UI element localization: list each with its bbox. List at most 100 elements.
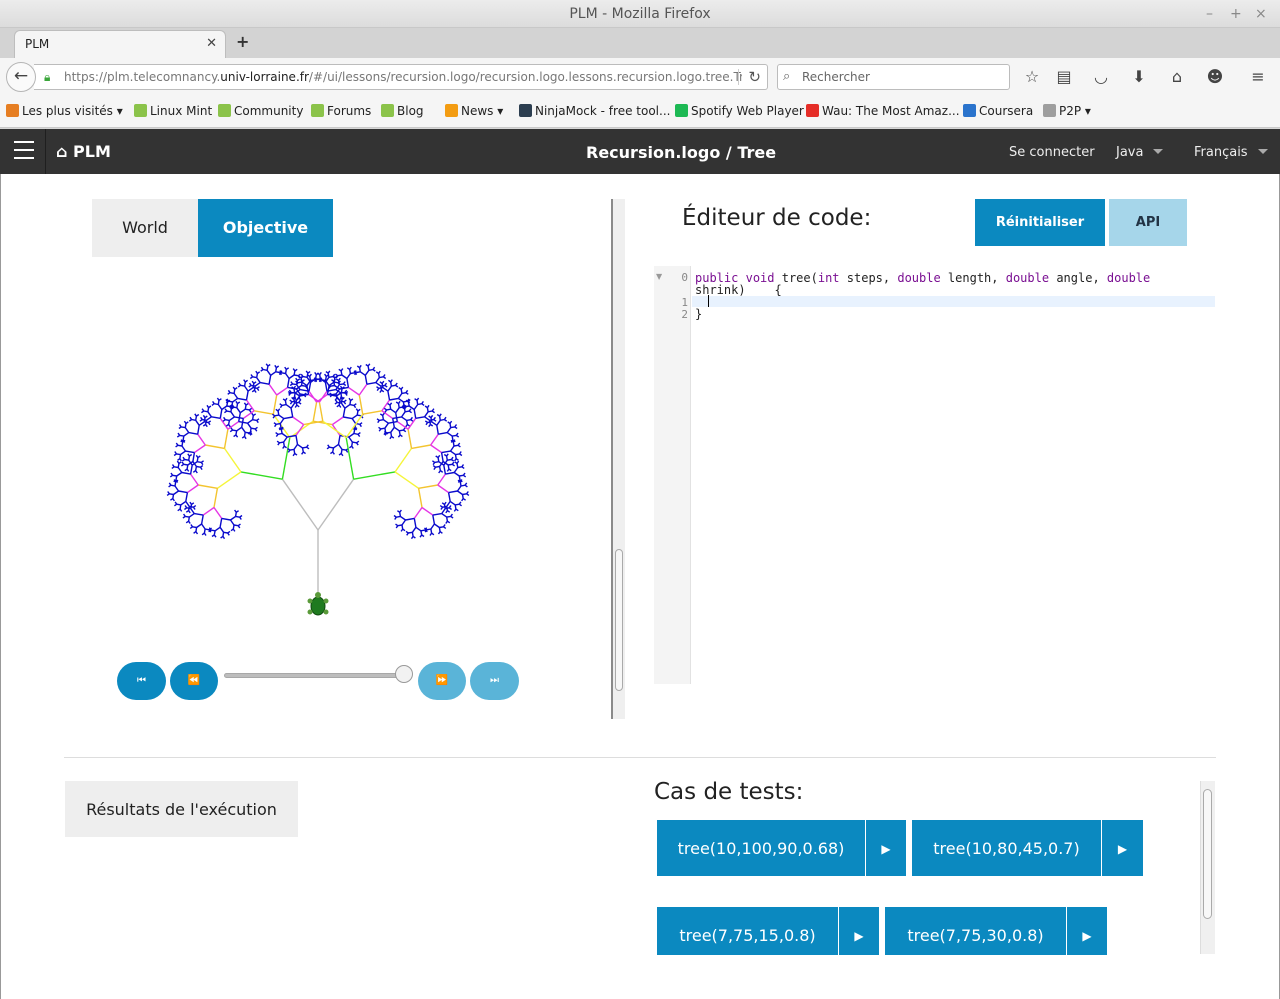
human-language-dropdown[interactable]: Français	[1194, 129, 1268, 176]
tree-branch	[384, 422, 389, 429]
step-slider-handle[interactable]	[395, 665, 413, 683]
back-button[interactable]: ←	[6, 62, 36, 92]
tree-branch	[284, 400, 287, 405]
chat-icon[interactable]: ☻	[1203, 65, 1227, 89]
reset-button[interactable]: Réinitialiser	[975, 199, 1105, 246]
tree-branch	[348, 432, 355, 438]
tree-branch	[176, 471, 183, 477]
test-case-card[interactable]: tree(10,80,45,0.7) ▶	[912, 820, 1143, 876]
tree-branch	[333, 443, 339, 449]
code-editor[interactable]: ▼ 0 1 2 public void tree(int steps, doub…	[654, 266, 1215, 684]
tree-branch	[378, 428, 382, 432]
tests-scrollbar[interactable]	[1200, 781, 1215, 954]
test-case-card[interactable]: tree(7,75,15,0.8) ▶	[657, 907, 879, 963]
login-link[interactable]: Se connecter	[1009, 129, 1095, 176]
menu-icon[interactable]: ≡	[1246, 65, 1270, 89]
tree-branch	[184, 468, 188, 472]
minimize-icon[interactable]: –	[1206, 0, 1213, 28]
tree-branch	[401, 411, 406, 418]
play-icon[interactable]: ▶	[865, 820, 906, 876]
tree-branch	[339, 383, 344, 386]
bookmark-item[interactable]: Spotify Web Player	[675, 104, 804, 118]
code-text: length,	[940, 271, 1006, 285]
home-icon[interactable]: ⌂	[1165, 65, 1189, 89]
fold-arrow-icon[interactable]: ▼	[656, 272, 662, 281]
tests-scroll-thumb[interactable]	[1203, 789, 1212, 919]
test-case-card[interactable]: tree(10,100,90,0.68) ▶	[657, 820, 906, 876]
last-step-button[interactable]: ⏭	[470, 662, 519, 700]
tree-branch	[353, 432, 359, 435]
bookmark-label: Blog	[397, 104, 424, 118]
tab-objective[interactable]: Objective	[198, 199, 333, 257]
bookmark-item[interactable]: Blog	[381, 104, 424, 118]
tree-branch	[295, 424, 305, 436]
tree-branch	[399, 434, 403, 438]
execution-results-tab[interactable]: Résultats de l'exécution	[65, 781, 298, 837]
tree-branch	[433, 466, 437, 470]
bookmark-star-icon[interactable]: ☆	[1020, 65, 1044, 89]
tree-branch	[281, 403, 287, 407]
tree-branch	[353, 405, 357, 409]
splitter-scroll-thumb[interactable]	[615, 549, 623, 691]
url-bar[interactable]: 🔒︎ https://plm.telecomnancy.univ-lorrain…	[34, 64, 768, 90]
back-arrow-icon: ←	[13, 66, 29, 86]
tree-branch	[213, 507, 223, 519]
browser-tab[interactable]: PLM ✕	[14, 30, 226, 58]
test-case-card[interactable]: tree(7,75,30,0.8) ▶	[885, 907, 1107, 963]
close-tab-icon[interactable]: ✕	[206, 31, 217, 57]
tree-branch	[297, 373, 301, 377]
play-icon[interactable]: ▶	[838, 907, 879, 963]
bookmark-item[interactable]: Coursera	[963, 104, 1033, 118]
tree-branch	[225, 419, 230, 422]
tree-branch	[378, 370, 381, 374]
play-icon[interactable]: ▶	[1066, 907, 1107, 963]
tree-branch	[217, 400, 220, 405]
tree-branch	[449, 500, 456, 506]
tree-branch	[293, 443, 299, 450]
tree-branch	[268, 375, 272, 385]
editor-gutter: ▼ 0 1 2	[654, 266, 691, 684]
tree-branch	[189, 416, 193, 420]
tree-branch	[390, 432, 393, 437]
first-step-button[interactable]: ⏮	[117, 662, 166, 700]
tab-world[interactable]: World	[92, 199, 198, 257]
tree-branch	[197, 455, 201, 459]
bookmark-item[interactable]: Wau: The Most Amaz...	[806, 104, 960, 118]
downloads-icon[interactable]: ⬇	[1127, 65, 1151, 89]
hamburger-menu-icon[interactable]	[14, 141, 34, 161]
maximize-icon[interactable]: +	[1230, 0, 1242, 28]
bookmark-item[interactable]: News ▾	[445, 104, 503, 118]
step-slider-track[interactable]	[224, 673, 404, 678]
pocket-icon[interactable]: ◡	[1089, 65, 1113, 89]
new-tab-icon[interactable]: +	[236, 32, 249, 51]
tree-branch	[446, 432, 453, 437]
tree-branch	[202, 506, 215, 516]
tree-branch	[234, 387, 238, 390]
tree-branch	[350, 398, 354, 402]
close-window-icon[interactable]: ×	[1255, 0, 1267, 28]
next-step-button[interactable]: ⏩	[418, 662, 466, 700]
tree-branch	[193, 444, 206, 454]
search-input[interactable]: ⌕ Rechercher	[777, 64, 1010, 90]
reading-list-icon[interactable]: ▤	[1052, 65, 1076, 89]
tree-branch	[182, 456, 186, 460]
tree-branch	[439, 413, 442, 417]
tree-branch	[462, 498, 466, 501]
bookmark-item[interactable]: NinjaMock - free tool...	[519, 104, 670, 118]
prev-step-button[interactable]: ⏪	[170, 662, 218, 700]
bookmark-item[interactable]: Forums	[311, 104, 371, 118]
tree-branch	[207, 407, 210, 412]
panel-splitter[interactable]	[611, 199, 625, 719]
bookmark-item[interactable]: Community	[218, 104, 303, 118]
play-icon[interactable]: ▶	[1101, 820, 1143, 876]
tree-branch	[244, 379, 249, 383]
bookmark-item[interactable]: P2P ▾	[1043, 104, 1091, 118]
api-button[interactable]: API	[1109, 199, 1187, 246]
bookmark-item[interactable]: Les plus visités ▾	[6, 104, 123, 118]
prog-language-dropdown[interactable]: Java	[1116, 129, 1164, 176]
brand-link[interactable]: ⌂ PLM	[56, 129, 111, 174]
bookmark-item[interactable]: Linux Mint	[134, 104, 212, 118]
tree-branch	[427, 410, 433, 413]
tree-branch	[279, 441, 284, 444]
reload-icon[interactable]: ↻	[742, 65, 761, 89]
